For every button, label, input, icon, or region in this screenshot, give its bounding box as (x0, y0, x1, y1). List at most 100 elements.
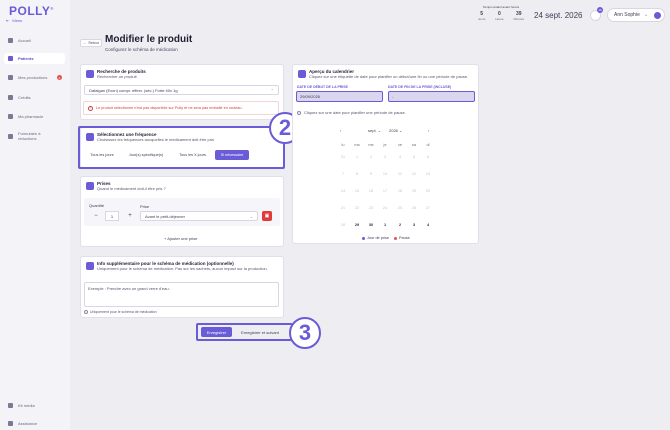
next-month-button[interactable]: › (428, 128, 429, 133)
notification-badge: 16 (597, 7, 603, 13)
page-title: Modifier le produit (105, 34, 193, 45)
legend-pause: Pause (394, 236, 410, 240)
calendar-day[interactable]: 20 (423, 189, 433, 193)
calendar-day[interactable]: 24 (380, 206, 390, 210)
sidebar-item-credits[interactable]: Crédits (4, 92, 65, 103)
calendar-day[interactable]: 16 (366, 189, 376, 193)
add-intake-button[interactable]: + Ajouter une prise (164, 236, 197, 241)
sidebar-item-assistance[interactable]: Assistance (8, 421, 37, 426)
prev-month-button[interactable]: ‹ (340, 128, 341, 133)
intake-select[interactable]: Avant le petit-déjeuner ⌄ (140, 211, 258, 221)
calendar-day[interactable]: 18 (395, 189, 405, 193)
avatar (654, 11, 661, 19)
calendar-day[interactable]: 12 (409, 172, 419, 176)
logo[interactable]: POLLY® (9, 4, 54, 18)
trash-icon: ▣ (264, 213, 270, 219)
media-icon (8, 403, 13, 408)
plus-icon (8, 114, 13, 119)
calendar-day[interactable]: 15 (352, 189, 362, 193)
quantity-increment[interactable]: + (125, 211, 135, 221)
calendar-day[interactable]: 21 (338, 206, 348, 210)
highlight-frequency (78, 126, 285, 169)
chevron-down-icon: ⌄ (643, 12, 649, 18)
weekday-label: je (383, 143, 387, 147)
timer-days: 5 Jours (478, 11, 486, 21)
calendar-day[interactable]: 23 (366, 206, 376, 210)
calendar-day[interactable]: 5 (409, 155, 419, 159)
user-icon (8, 56, 13, 61)
calendar-day[interactable]: 1 (352, 155, 362, 159)
calendar-day[interactable]: 31 (338, 155, 348, 159)
calendar-day[interactable]: 7 (338, 172, 348, 176)
menu-icon: ⇤ (6, 18, 10, 23)
user-menu[interactable]: Ann Sophie ⌄ (607, 8, 665, 22)
home-icon (8, 38, 13, 43)
calendar-day[interactable]: 9 (366, 172, 376, 176)
calendar-day[interactable]: 3 (409, 223, 419, 227)
calendar-day[interactable]: 25 (395, 206, 405, 210)
end-date-field[interactable]: - (388, 91, 475, 102)
weekday-label: me (368, 143, 374, 147)
calendar-day[interactable]: 30 (366, 223, 376, 227)
calendar-day[interactable]: 6 (423, 155, 433, 159)
extra-info-textarea[interactable]: Exemple : Prendre avec un grand verre d'… (84, 282, 279, 307)
sidebar: POLLY® ⇤ Menu Accueil Patients Mes produ… (0, 0, 70, 430)
calendar-day[interactable]: 26 (409, 206, 419, 210)
calendar-day[interactable]: 29 (352, 223, 362, 227)
clock-icon (86, 182, 94, 190)
calendar-day[interactable]: 1 (380, 223, 390, 227)
stack-icon (8, 95, 13, 100)
headset-icon (8, 421, 13, 426)
calendar-day[interactable]: 2 (366, 155, 376, 159)
weekday-label: ve (397, 143, 402, 147)
calendar-icon (298, 70, 306, 78)
sidebar-item-patients[interactable]: Patients (4, 53, 65, 64)
calendar-day[interactable]: 19 (409, 189, 419, 193)
calendar-day[interactable]: 27 (423, 206, 433, 210)
send-timer: Temps restant avant l'envoi 5 Jours 0 He… (478, 5, 525, 21)
start-date-field[interactable]: 29/09/2026 (296, 91, 383, 102)
back-button[interactable]: ← Retour (80, 39, 102, 47)
productions-badge: 4 (57, 75, 62, 80)
calendar-hint: Cliquez sur une date pour planifier une … (297, 110, 406, 115)
calendar-day[interactable]: 28 (338, 223, 348, 227)
timer-hours: 0 Heure (495, 11, 504, 21)
quantity-decrement[interactable]: − (91, 211, 101, 221)
sidebar-item-formulaire[interactable]: Formulaire à réductions (4, 128, 65, 144)
page-subtitle: Configurez le schéma de médication (105, 47, 178, 52)
product-select[interactable]: Dafalgan (Exon) compr. efferv. (séc.) Fo… (84, 85, 279, 95)
calendar-day[interactable]: 14 (338, 189, 348, 193)
quantity-stepper[interactable]: 1 (105, 211, 119, 221)
sidebar-item-pharmacie[interactable]: Ma pharmacie (4, 111, 65, 122)
calendar-day[interactable]: 17 (380, 189, 390, 193)
month-select[interactable]: sept. ⌄ (368, 128, 381, 133)
callout-step-3: 3 (289, 317, 321, 349)
delete-intake-button[interactable]: ▣ (262, 211, 272, 221)
year-select[interactable]: 2026 ⌄ (389, 128, 402, 133)
weekday-label: lu (341, 143, 345, 147)
current-date: 24 sept. 2026 (534, 11, 583, 20)
info-icon (297, 110, 301, 115)
sidebar-item-accueil[interactable]: Accueil (4, 35, 65, 46)
info-icon (86, 262, 94, 270)
alert-icon: ! (88, 105, 93, 111)
arrow-left-icon: ← (82, 41, 87, 45)
chevron-down-icon: ⌄ (249, 213, 253, 219)
calendar-day[interactable]: 4 (423, 223, 433, 227)
menu-toggle[interactable]: ⇤ Menu (6, 18, 22, 23)
calendar-day[interactable]: 11 (395, 172, 405, 176)
calendar-day[interactable]: 8 (352, 172, 362, 176)
calendar-day[interactable]: 22 (352, 206, 362, 210)
calendar-day[interactable]: 10 (380, 172, 390, 176)
sidebar-item-kit-media[interactable]: Kit média (8, 403, 35, 408)
weekday-label: ma (354, 143, 360, 147)
sidebar-item-productions[interactable]: Mes productions 4 (4, 72, 65, 83)
calendar-day[interactable]: 3 (380, 155, 390, 159)
weekday-label: di (426, 143, 430, 147)
list-icon (8, 133, 13, 139)
calendar-day[interactable]: 13 (423, 172, 433, 176)
calendar-day[interactable]: 2 (395, 223, 405, 227)
calendar-day[interactable]: 4 (395, 155, 405, 159)
print-icon (8, 75, 13, 80)
highlight-actions (196, 323, 293, 341)
